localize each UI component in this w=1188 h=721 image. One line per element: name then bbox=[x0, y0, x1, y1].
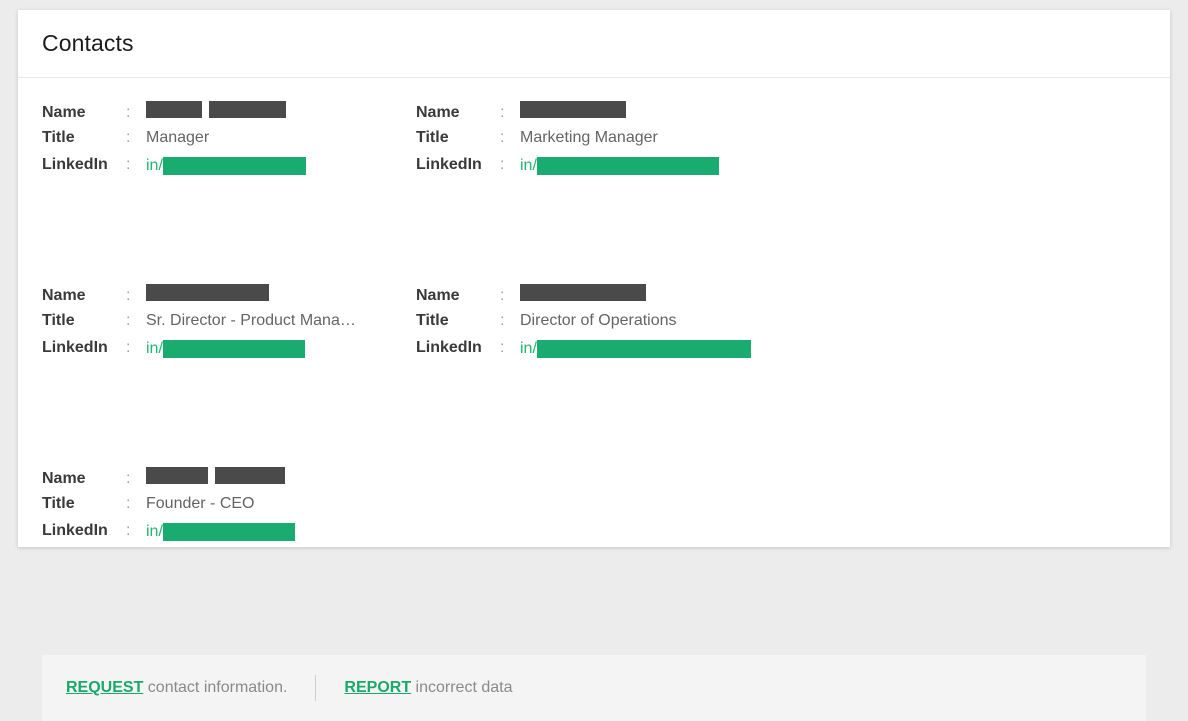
contact-title-row: Title: Founder - CEO bbox=[42, 494, 416, 522]
linkedin-prefix: in/ bbox=[520, 340, 537, 357]
linkedin-prefix: in/ bbox=[146, 157, 163, 174]
name-colon: : bbox=[500, 104, 505, 121]
title-label: Title bbox=[416, 129, 449, 146]
contact-name-value bbox=[520, 284, 646, 301]
name-label: Name bbox=[416, 104, 460, 121]
redacted-name-block bbox=[146, 101, 202, 118]
name-label: Name bbox=[42, 287, 86, 304]
title-label: Title bbox=[416, 312, 449, 329]
contact-title-value: Sr. Director - Product Mana… bbox=[146, 312, 356, 329]
redacted-linkedin-handle bbox=[536, 157, 719, 175]
name-label: Name bbox=[416, 287, 460, 304]
name-label: Name bbox=[42, 470, 86, 487]
contact-name-row: Name: bbox=[42, 466, 416, 494]
request-text: contact information. bbox=[143, 679, 288, 696]
title-colon: : bbox=[126, 129, 131, 146]
card-body: Name: Title: Manager LinkedIn: in/Name: Title… bbox=[18, 78, 1170, 649]
page-title: Contacts bbox=[42, 30, 134, 56]
footer-bar: REQUEST contact information. REPORT inco… bbox=[42, 655, 1146, 721]
redacted-name-block bbox=[209, 101, 286, 118]
linkedin-prefix: in/ bbox=[520, 157, 537, 174]
linkedin-colon: : bbox=[500, 156, 505, 173]
contact-linkedin-value[interactable]: in/ bbox=[520, 340, 751, 358]
linkedin-prefix: in/ bbox=[146, 523, 163, 540]
card-header: Contacts bbox=[18, 10, 1170, 78]
contact-title-value: Founder - CEO bbox=[146, 495, 255, 512]
linkedin-label: LinkedIn bbox=[416, 156, 482, 173]
redacted-linkedin-handle bbox=[162, 157, 306, 175]
linkedin-prefix: in/ bbox=[146, 340, 163, 357]
contact-linkedin-value[interactable]: in/ bbox=[146, 157, 306, 175]
request-link[interactable]: REQUEST bbox=[66, 679, 143, 696]
linkedin-label: LinkedIn bbox=[42, 156, 108, 173]
contact-linkedin-row: LinkedIn: in/ bbox=[42, 339, 416, 367]
linkedin-colon: : bbox=[126, 522, 131, 539]
redacted-linkedin-handle bbox=[162, 340, 305, 358]
redacted-name-block bbox=[520, 284, 646, 301]
linkedin-label: LinkedIn bbox=[416, 339, 482, 356]
linkedin-colon: : bbox=[126, 339, 131, 356]
request-contact-info: REQUEST contact information. bbox=[66, 679, 287, 697]
title-label: Title bbox=[42, 129, 75, 146]
contact-name-row: Name: bbox=[42, 100, 416, 128]
contact-name-row: Name: bbox=[42, 283, 416, 311]
name-colon: : bbox=[126, 104, 131, 121]
contact-title-value: Manager bbox=[146, 129, 210, 146]
contact-title-row: Title: Director of Operations bbox=[416, 311, 790, 339]
title-colon: : bbox=[500, 312, 505, 329]
title-colon: : bbox=[126, 495, 131, 512]
name-colon: : bbox=[500, 287, 505, 304]
contact-name-value bbox=[146, 467, 285, 484]
footer-divider bbox=[315, 675, 317, 701]
report-text: incorrect data bbox=[411, 679, 513, 696]
redacted-linkedin-handle bbox=[536, 340, 751, 358]
contact-title-row: Title: Sr. Director - Product Mana… bbox=[42, 311, 416, 339]
report-incorrect-data: REPORT incorrect data bbox=[344, 679, 512, 697]
contact-name-value bbox=[146, 101, 286, 118]
contact-linkedin-row: LinkedIn: in/ bbox=[42, 156, 416, 184]
contact-linkedin-row: LinkedIn: in/ bbox=[416, 339, 790, 367]
contacts-card: Contacts Name: Title: Manager LinkedIn: in/N… bbox=[18, 10, 1170, 721]
title-label: Title bbox=[42, 495, 75, 512]
contact-title-value: Director of Operations bbox=[520, 312, 677, 329]
redacted-linkedin-handle bbox=[162, 523, 295, 541]
contact-title-row: Title: Manager bbox=[42, 128, 416, 156]
redacted-name-block bbox=[520, 101, 626, 118]
contact-title-value: Marketing Manager bbox=[520, 129, 658, 146]
linkedin-label: LinkedIn bbox=[42, 339, 108, 356]
contact-card: Name: Title: Founder - CEO LinkedIn: in/ bbox=[42, 466, 416, 649]
linkedin-colon: : bbox=[500, 339, 505, 356]
contact-card: Name: Title: Sr. Director - Product Mana… L… bbox=[42, 283, 416, 466]
report-link[interactable]: REPORT bbox=[344, 679, 411, 696]
contact-linkedin-row: LinkedIn: in/ bbox=[416, 156, 790, 184]
contact-card: Name: Title: Director of Operations LinkedI… bbox=[416, 283, 790, 466]
contact-card: Name: Title: Marketing Manager LinkedIn: in/ bbox=[416, 100, 790, 283]
linkedin-label: LinkedIn bbox=[42, 522, 108, 539]
redacted-name-block bbox=[146, 467, 208, 484]
title-colon: : bbox=[500, 129, 505, 146]
title-label: Title bbox=[42, 312, 75, 329]
contact-title-row: Title: Marketing Manager bbox=[416, 128, 790, 156]
redacted-name-block bbox=[215, 467, 285, 484]
name-label: Name bbox=[42, 104, 86, 121]
contact-name-value bbox=[146, 284, 269, 301]
contact-name-value bbox=[520, 101, 626, 118]
redacted-name-block bbox=[146, 284, 269, 301]
title-colon: : bbox=[126, 312, 131, 329]
name-colon: : bbox=[126, 470, 131, 487]
contact-linkedin-value[interactable]: in/ bbox=[146, 340, 305, 358]
contact-linkedin-value[interactable]: in/ bbox=[520, 157, 719, 175]
linkedin-colon: : bbox=[126, 156, 131, 173]
contact-linkedin-value[interactable]: in/ bbox=[146, 523, 295, 541]
contact-linkedin-row: LinkedIn: in/ bbox=[42, 522, 416, 550]
contact-name-row: Name: bbox=[416, 100, 790, 128]
name-colon: : bbox=[126, 287, 131, 304]
contact-card: Name: Title: Manager LinkedIn: in/ bbox=[42, 100, 416, 283]
contact-name-row: Name: bbox=[416, 283, 790, 311]
